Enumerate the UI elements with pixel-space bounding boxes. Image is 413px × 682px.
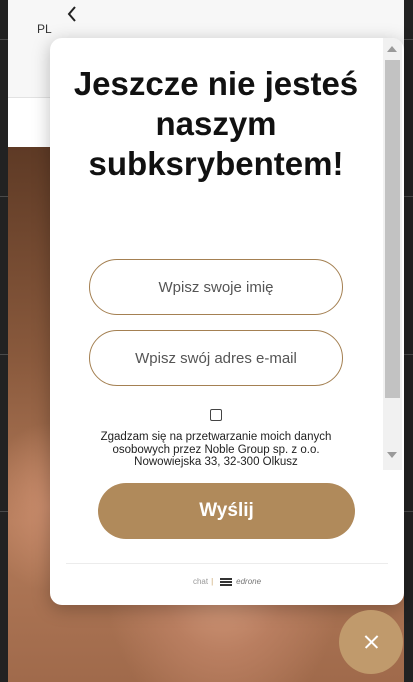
scroll-up-arrow-icon[interactable] <box>387 46 397 52</box>
menu-icon <box>220 577 233 586</box>
email-input[interactable] <box>89 330 343 386</box>
consent-text: Zgadzam się na przetwarzanie moich danyc… <box>100 431 332 468</box>
language-label[interactable]: PL <box>37 22 52 36</box>
footer-chat-label: chat <box>192 577 209 586</box>
footer-brand[interactable]: chat | edrone <box>50 577 404 586</box>
footer-separator: | <box>211 577 214 586</box>
newsletter-popup: Jeszcze nie jesteś naszym subksrybentem!… <box>50 38 404 605</box>
scroll-thumb[interactable] <box>385 60 400 398</box>
footer-divider <box>66 563 388 564</box>
scroll-down-arrow-icon[interactable] <box>387 452 397 458</box>
close-button[interactable] <box>339 610 403 674</box>
submit-button[interactable]: Wyślij <box>98 483 355 539</box>
chevron-left-icon[interactable] <box>64 4 80 24</box>
name-input[interactable] <box>89 259 343 315</box>
footer-brand-label: edrone <box>236 577 262 586</box>
popup-title: Jeszcze nie jesteś naszym subksrybentem! <box>73 65 359 182</box>
popup-scrollbar[interactable] <box>383 38 402 470</box>
consent-checkbox[interactable] <box>210 409 222 421</box>
